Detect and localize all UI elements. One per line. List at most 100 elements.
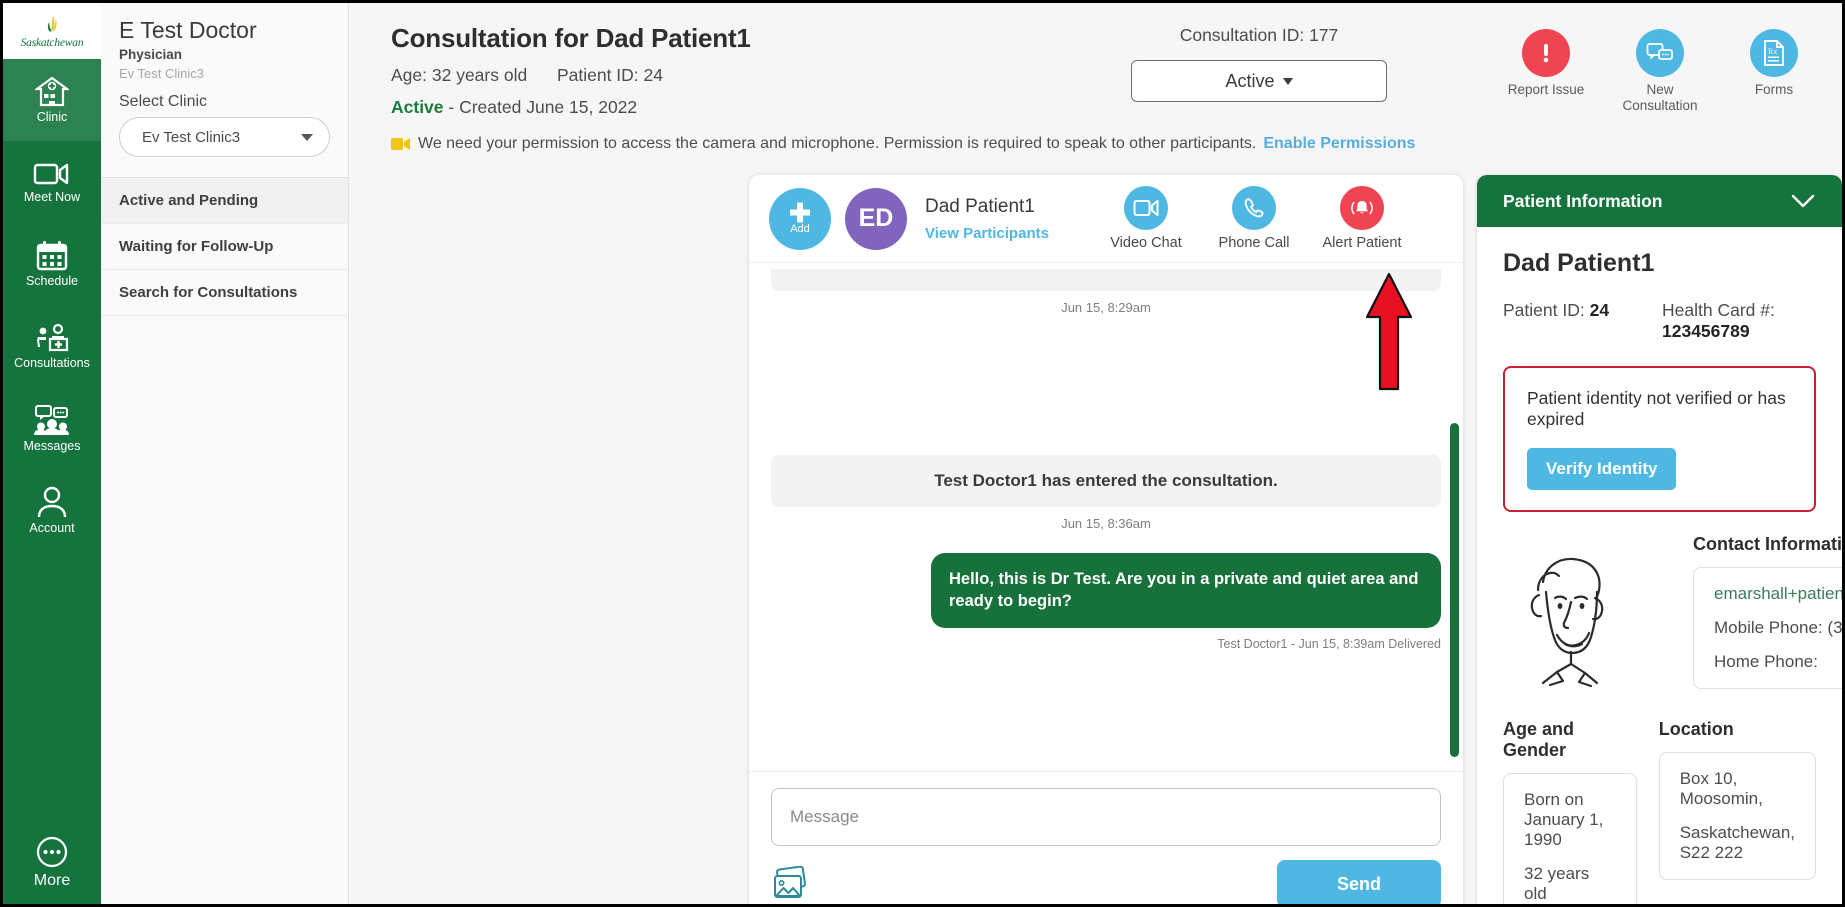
patient-id-field: Patient ID: 24 — [1503, 300, 1662, 342]
primary-nav-rail: Saskatchewan Clinic Meet Now Schedule Co… — [3, 3, 101, 904]
message-delivery-meta: Test Doctor1 - Jun 15, 8:39am Delivered — [1217, 636, 1441, 651]
call-button-label: Video Chat — [1110, 235, 1182, 251]
created-date: - Created June 15, 2022 — [448, 97, 638, 117]
location-box: Box 10, Moosomin, Saskatchewan, S22 222 — [1658, 752, 1816, 880]
patient-information-panel: Patient Information Dad Patient1 Patient… — [1477, 175, 1842, 904]
message-timestamp: Jun 15, 8:29am — [1061, 300, 1151, 315]
view-participants-link[interactable]: View Participants — [925, 225, 1095, 242]
message-input[interactable] — [771, 788, 1441, 846]
patient-id-label: Patient ID: — [1503, 300, 1585, 320]
system-message — [771, 269, 1441, 291]
sidebar-item-label: Consultations — [14, 355, 90, 370]
sidebar-item-consultations[interactable]: Consultations — [3, 305, 101, 387]
panel-title: Patient Information — [1503, 190, 1663, 211]
logo-wordmark: Saskatchewan — [20, 36, 84, 49]
call-button-label: Alert Patient — [1322, 235, 1402, 251]
header-left: Consultation for Dad Patient1 Age: 32 ye… — [391, 23, 751, 118]
patient-id-value: 24 — [1589, 300, 1610, 320]
call-button-label: Phone Call — [1218, 235, 1290, 251]
patient-id: Patient ID: 24 — [556, 65, 663, 85]
prescription-glyph: Rx — [1764, 40, 1784, 66]
patient-mobile-phone: Mobile Phone: (306) 551-5551 — [1714, 618, 1842, 637]
wheat-logo-icon — [47, 15, 57, 31]
add-participant-button[interactable]: ✚ Add — [769, 187, 831, 250]
chevron-down-icon[interactable] — [1790, 193, 1816, 209]
clinic-sidebar: E Test Doctor Physician Ev Test Clinic3 … — [101, 3, 349, 904]
contact-information: Contact Information emarshall+patient1@l… — [1693, 534, 1842, 695]
phone-glyph — [1244, 198, 1264, 218]
image-attachment-icon[interactable] — [771, 866, 813, 902]
select-clinic-label: Select Clinic — [119, 93, 208, 111]
action-label: Report Issue — [1507, 82, 1585, 97]
age-gender-box: Born on January 1, 1990 32 years old Mal… — [1503, 773, 1637, 904]
verify-identity-button[interactable]: Verify Identity — [1527, 448, 1677, 490]
sidebar-item-label: Clinic — [36, 109, 68, 124]
action-label: New Consultation — [1622, 82, 1698, 113]
sidebar-item-label: Schedule — [25, 273, 79, 288]
action-label: Forms — [1754, 82, 1794, 97]
video-camera-icon — [1124, 186, 1168, 230]
patient-home-phone: Home Phone: — [1714, 652, 1818, 671]
doctor-name: E Test Doctor — [119, 17, 257, 43]
health-card-value: 123456789 — [1662, 321, 1750, 341]
ellipsis-circle-icon — [36, 836, 68, 868]
patient-name: Dad Patient1 — [1503, 249, 1655, 277]
sidebar-item-messages[interactable]: Messages — [3, 387, 101, 469]
sidebar-item-more[interactable]: More — [3, 836, 101, 890]
sidebar-item-schedule[interactable]: Schedule — [3, 223, 101, 305]
status-word: Active — [391, 97, 444, 117]
patient-email[interactable]: emarshall+patient1@lumeca.com — [1714, 584, 1842, 604]
report-issue-button[interactable]: Report Issue — [1500, 29, 1592, 113]
health-card-label: Health Card #: — [1662, 300, 1775, 320]
forms-button[interactable]: Rx Forms — [1728, 29, 1820, 113]
patient-information-body: Dad Patient1 Patient ID: 24 Health Card … — [1477, 227, 1842, 904]
permission-text: We need your permission to access the ca… — [418, 135, 1257, 152]
consultation-header: Consultation for Dad Patient1 Age: 32 ye… — [349, 3, 1842, 175]
chat-scrollbar-thumb[interactable] — [1450, 423, 1459, 757]
patient-face-glyph — [1530, 557, 1604, 688]
doctor-clinic: Ev Test Clinic3 — [119, 66, 205, 82]
sidebar-item-account[interactable]: Account — [3, 469, 101, 551]
sidebar-item-clinic[interactable]: Clinic — [3, 59, 101, 141]
main-content: Consultation for Dad Patient1 Age: 32 ye… — [349, 3, 1842, 904]
new-consultation-button[interactable]: New Consultation — [1614, 29, 1706, 113]
sidebar-item-meet-now[interactable]: Meet Now — [3, 141, 101, 223]
subnav-item-active-and-pending[interactable]: Active and Pending — [101, 178, 348, 225]
participant-block: Dad Patient1 View Participants — [925, 196, 1095, 242]
message-timestamp: Jun 15, 8:36am — [1061, 516, 1151, 531]
composer-actions: Send — [771, 860, 1441, 904]
patient-age: Age: 32 years old — [391, 65, 528, 85]
header-actions: Report Issue New Consultation Rx Forms — [1500, 29, 1820, 113]
consultation-id: Consultation ID: 177 — [1179, 25, 1339, 45]
video-chat-button[interactable]: Video Chat — [1103, 186, 1189, 251]
clinic-select[interactable]: Ev Test Clinic3 — [119, 117, 330, 158]
subnav-item-waiting-for-follow-up[interactable]: Waiting for Follow-Up — [101, 224, 348, 271]
consultation-desk-icon — [37, 323, 69, 351]
patient-age: 32 years old — [1524, 864, 1590, 903]
verify-message: Patient identity not verified or has exp… — [1527, 388, 1786, 429]
content-row: ✚ Add ED Dad Patient1 View Participants — [349, 175, 1842, 904]
chevron-down-icon — [301, 133, 313, 141]
alert-patient-button[interactable]: Alert Patient — [1319, 186, 1405, 251]
status-dropdown[interactable]: Active — [1131, 60, 1387, 102]
doctor-role: Physician — [119, 47, 183, 63]
plus-icon: ✚ — [789, 197, 811, 228]
enable-permissions-link[interactable]: Enable Permissions — [1263, 135, 1415, 153]
exclamation-glyph — [1543, 44, 1549, 63]
patient-face-illustration — [1503, 534, 1667, 695]
location-line-1: Box 10, Moosomin, — [1679, 769, 1763, 808]
red-up-arrow — [1365, 272, 1413, 391]
call-buttons: Video Chat Phone Call Alert Patient — [1103, 186, 1405, 251]
chat-panel: ✚ Add ED Dad Patient1 View Participants — [749, 175, 1463, 904]
age-and-gender: Age and Gender Born on January 1, 1990 3… — [1503, 719, 1637, 904]
chat-scrollbar[interactable] — [1450, 423, 1459, 757]
patient-information-header[interactable]: Patient Information — [1477, 175, 1842, 227]
sidebar-item-label: Account — [29, 520, 75, 535]
phone-call-button[interactable]: Phone Call — [1211, 186, 1297, 251]
system-message: Test Doctor1 has entered the consultatio… — [771, 455, 1441, 507]
avatar: ED — [845, 187, 907, 250]
location: Location Box 10, Moosomin, Saskatchewan,… — [1658, 719, 1816, 904]
subnav-item-search-for-consultations[interactable]: Search for Consultations — [101, 270, 348, 317]
bell-glyph — [1351, 201, 1373, 215]
send-button[interactable]: Send — [1277, 860, 1441, 904]
